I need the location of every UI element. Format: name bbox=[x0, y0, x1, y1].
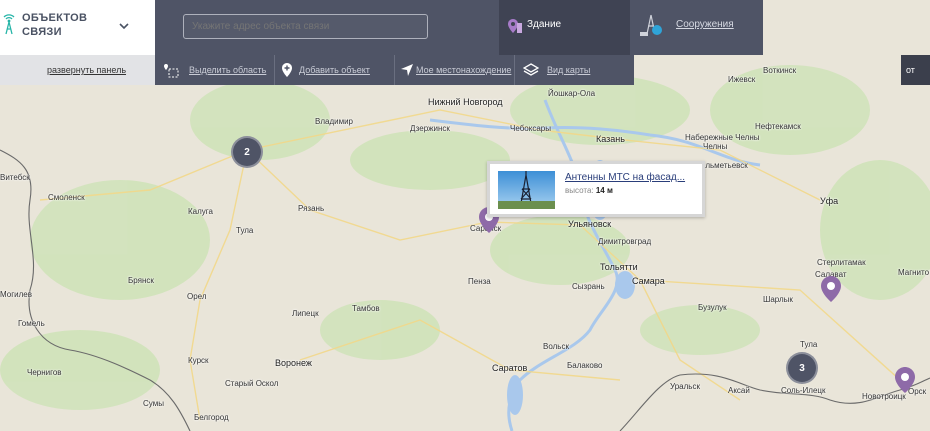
select-area-button[interactable]: Выделить область bbox=[155, 55, 275, 85]
city-label: Тольятти bbox=[600, 262, 638, 272]
city-label: Самара bbox=[632, 276, 665, 286]
map-cluster[interactable]: 3 bbox=[786, 352, 818, 384]
popup-height-label: высота: bbox=[565, 186, 594, 195]
layers-icon bbox=[523, 63, 539, 76]
expand-panel-label: развернуть панель bbox=[47, 65, 127, 75]
city-label: Тула bbox=[236, 226, 254, 235]
city-label: Нефтекамск bbox=[755, 122, 801, 131]
city-label: Йошкар-Ола bbox=[548, 89, 596, 98]
add-object-label: Добавить объект bbox=[299, 65, 370, 75]
city-label: Шарлык bbox=[763, 295, 793, 304]
city-label: Воткинск bbox=[763, 66, 797, 75]
map-view-button[interactable]: Вид карты bbox=[515, 55, 634, 85]
city-label: Тамбов bbox=[352, 304, 380, 313]
city-label: Вольск bbox=[543, 342, 569, 351]
city-label: Балаково bbox=[567, 361, 603, 370]
map-cluster[interactable]: 2 bbox=[231, 136, 263, 168]
building-pin-icon bbox=[508, 19, 522, 33]
city-label: Владимир bbox=[315, 117, 354, 126]
city-label: Стерлитамак bbox=[817, 258, 866, 267]
city-label: Могилев bbox=[0, 290, 32, 299]
antenna-tower-icon bbox=[498, 171, 555, 210]
logo-line1: ОБЪЕКТОВ bbox=[22, 12, 88, 24]
city-label: Набережные Челны bbox=[685, 133, 760, 142]
popup-title-link[interactable]: Антенны МТС на фасад... bbox=[565, 172, 685, 183]
city-label: Челны bbox=[703, 142, 728, 151]
city-label: Нижний Новгород bbox=[428, 97, 503, 107]
select-area-label: Выделить область bbox=[189, 65, 267, 75]
city-label: Уфа bbox=[820, 196, 839, 206]
city-label: Липецк bbox=[292, 309, 319, 318]
add-pin-icon bbox=[282, 63, 292, 77]
tower-icon bbox=[640, 14, 662, 36]
antenna-photo[interactable] bbox=[498, 171, 555, 210]
city-label: Бузулук bbox=[698, 303, 727, 312]
popup-height-value: 14 м bbox=[595, 186, 613, 195]
city-label: Старый Оскол bbox=[225, 379, 279, 388]
city-label: Чебоксары bbox=[510, 124, 551, 133]
city-label: Брянск bbox=[128, 276, 154, 285]
city-label: Воронеж bbox=[275, 358, 312, 368]
city-label: Магнито bbox=[898, 268, 930, 277]
city-label: Уральск bbox=[670, 382, 700, 391]
map-pin-icon[interactable] bbox=[894, 366, 916, 394]
city-label: Орел bbox=[187, 292, 207, 301]
city-label: Витебск bbox=[0, 173, 30, 182]
popup-height: высота: 14 м bbox=[565, 186, 613, 195]
location-arrow-icon bbox=[401, 64, 413, 76]
city-label: Рязань bbox=[298, 204, 325, 213]
tab-building-label: Здание bbox=[527, 19, 562, 30]
city-label: Ижевск bbox=[728, 75, 756, 84]
city-label: Казань bbox=[596, 134, 625, 144]
city-label: Димитровград bbox=[598, 237, 652, 246]
city-label: Дзержинск bbox=[410, 124, 450, 133]
city-label: Смоленск bbox=[48, 193, 85, 202]
expand-panel-button[interactable]: развернуть панель bbox=[0, 55, 155, 85]
my-location-button[interactable]: Мое местонахождение bbox=[395, 55, 515, 85]
map-view-label: Вид карты bbox=[547, 65, 591, 75]
city-label: Пенза bbox=[468, 277, 491, 286]
logo-title: ОБЪЕКТОВ СВЯЗИ bbox=[22, 11, 87, 39]
city-label: Саратов bbox=[492, 363, 528, 373]
logo[interactable]: ОБЪЕКТОВ СВЯЗИ bbox=[0, 0, 155, 55]
antenna-logo-icon bbox=[3, 14, 15, 35]
address-search-input[interactable] bbox=[183, 14, 428, 39]
right-panel-label: от bbox=[906, 65, 915, 75]
logo-line2: СВЯЗИ bbox=[22, 26, 62, 38]
tab-structures-label: Сооружения bbox=[676, 19, 734, 30]
city-label: Чернигов bbox=[27, 368, 62, 377]
city-label: Альметьевск bbox=[700, 161, 748, 170]
city-label: Сумы bbox=[143, 399, 164, 408]
city-label: Аксай bbox=[728, 386, 750, 395]
tab-building[interactable]: Здание bbox=[499, 0, 630, 55]
city-label: Ульяновск bbox=[568, 219, 612, 229]
chevron-down-icon[interactable] bbox=[117, 19, 131, 33]
city-label: Гомель bbox=[18, 319, 45, 328]
map-pin-icon[interactable] bbox=[820, 275, 842, 303]
my-location-label: Мое местонахождение bbox=[416, 65, 512, 75]
object-popup[interactable]: Антенны МТС на фасад... высота: 14 м bbox=[487, 161, 705, 217]
city-label: Калуга bbox=[188, 207, 213, 216]
city-label: Сызрань bbox=[572, 282, 605, 291]
map-toolbar: Выделить область Добавить объект Мое мес… bbox=[155, 55, 634, 85]
city-label: Тула bbox=[800, 340, 818, 349]
tab-structures[interactable]: Сооружения bbox=[630, 0, 763, 55]
app-root: Нижний Новгород Дзержинск Владимир Чебок… bbox=[0, 0, 930, 431]
add-object-button[interactable]: Добавить объект bbox=[275, 55, 395, 85]
city-label: Соль-Илецк bbox=[781, 386, 826, 395]
city-label: Белгород bbox=[194, 413, 229, 422]
select-area-icon bbox=[164, 64, 179, 78]
city-label: Курск bbox=[188, 356, 209, 365]
right-panel-toggle[interactable]: от bbox=[901, 55, 930, 85]
